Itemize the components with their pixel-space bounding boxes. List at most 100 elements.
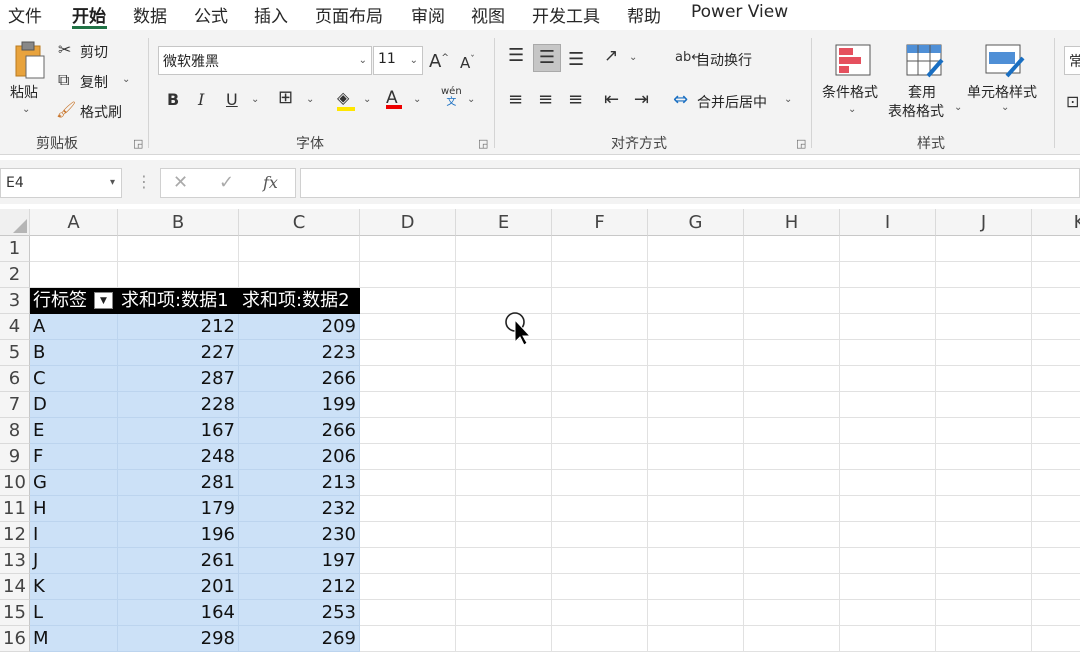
cell-k8[interactable] [1032, 418, 1080, 444]
decrease-indent-icon[interactable]: ⇤ [604, 91, 619, 109]
wrap-text-button[interactable]: 自动换行 [696, 50, 752, 70]
filter-dropdown-icon[interactable]: ▼ [94, 292, 113, 309]
cell-j9[interactable] [936, 444, 1032, 470]
cell-k15[interactable] [1032, 600, 1080, 626]
cell-i11[interactable] [840, 496, 936, 522]
cell-k14[interactable] [1032, 574, 1080, 600]
cut-button[interactable]: 剪切 [80, 42, 108, 62]
row-header-7[interactable]: 7 [0, 392, 30, 418]
cell-g16[interactable] [648, 626, 744, 652]
select-all-corner[interactable] [0, 209, 30, 236]
fill-color-icon[interactable]: ◈ [337, 90, 355, 111]
pivot-row-label[interactable]: L [30, 600, 118, 626]
cell-e14[interactable] [456, 574, 552, 600]
tab-view[interactable]: 视图 [471, 2, 505, 27]
cell-j14[interactable] [936, 574, 1032, 600]
conditional-format-button[interactable]: 条件格式 ⌄ [820, 42, 886, 122]
row-header-11[interactable]: 11 [0, 496, 30, 522]
cell-g4[interactable] [648, 314, 744, 340]
cell-k13[interactable] [1032, 548, 1080, 574]
cell-d5[interactable] [360, 340, 456, 366]
cell-j12[interactable] [936, 522, 1032, 548]
increase-indent-icon[interactable]: ⇥ [634, 91, 649, 109]
pivot-row-label[interactable]: H [30, 496, 118, 522]
pivot-value-cell[interactable]: 201 [118, 574, 239, 600]
cell-j1[interactable] [936, 236, 1032, 262]
chevron-down-icon[interactable]: ⌄ [306, 94, 314, 105]
tab-developer[interactable]: 开发工具 [532, 2, 600, 27]
col-header-k[interactable]: K [1032, 209, 1080, 236]
cell-k11[interactable] [1032, 496, 1080, 522]
cell-h12[interactable] [744, 522, 840, 548]
pivot-value-cell[interactable]: 261 [118, 548, 239, 574]
cell-i2[interactable] [840, 262, 936, 288]
align-left-icon[interactable]: ≡ [508, 91, 523, 109]
cell-a1[interactable] [30, 236, 118, 262]
cell-d15[interactable] [360, 600, 456, 626]
cell-d3[interactable] [360, 288, 456, 314]
cell-g1[interactable] [648, 236, 744, 262]
cell-k4[interactable] [1032, 314, 1080, 340]
number-format-select[interactable]: 常 [1064, 46, 1080, 75]
font-size-select[interactable]: 11 ⌄ [373, 46, 423, 75]
pivot-value-cell[interactable]: 196 [118, 522, 239, 548]
cell-k6[interactable] [1032, 366, 1080, 392]
cell-b2[interactable] [118, 262, 239, 288]
cell-d16[interactable] [360, 626, 456, 652]
cell-j6[interactable] [936, 366, 1032, 392]
pivot-row-label[interactable]: D [30, 392, 118, 418]
cell-h4[interactable] [744, 314, 840, 340]
align-right-icon[interactable]: ≡ [568, 91, 583, 109]
chevron-down-icon[interactable]: ⌄ [629, 52, 637, 63]
cell-k3[interactable] [1032, 288, 1080, 314]
align-bottom-icon[interactable]: ☰ [568, 51, 584, 69]
cell-i8[interactable] [840, 418, 936, 444]
row-header-1[interactable]: 1 [0, 236, 30, 262]
cell-d14[interactable] [360, 574, 456, 600]
cell-e1[interactable] [456, 236, 552, 262]
col-header-b[interactable]: B [118, 209, 239, 236]
cell-f9[interactable] [552, 444, 648, 470]
cell-j8[interactable] [936, 418, 1032, 444]
tab-insert[interactable]: 插入 [254, 2, 288, 27]
cell-b1[interactable] [118, 236, 239, 262]
bold-button[interactable]: B [167, 92, 179, 108]
row-header-15[interactable]: 15 [0, 600, 30, 626]
pivot-row-label[interactable]: G [30, 470, 118, 496]
tab-formulas[interactable]: 公式 [194, 2, 228, 27]
row-header-12[interactable]: 12 [0, 522, 30, 548]
cell-d7[interactable] [360, 392, 456, 418]
pivot-value-cell[interactable]: 209 [239, 314, 360, 340]
cell-h9[interactable] [744, 444, 840, 470]
row-header-4[interactable]: 4 [0, 314, 30, 340]
cell-j13[interactable] [936, 548, 1032, 574]
cell-f14[interactable] [552, 574, 648, 600]
pivot-value-cell[interactable]: 206 [239, 444, 360, 470]
decrease-font-icon[interactable]: Aˇ [460, 52, 475, 71]
cell-f6[interactable] [552, 366, 648, 392]
cell-d11[interactable] [360, 496, 456, 522]
pivot-row-label[interactable]: A [30, 314, 118, 340]
cell-d12[interactable] [360, 522, 456, 548]
cell-f8[interactable] [552, 418, 648, 444]
font-color-icon[interactable]: A [386, 90, 402, 109]
row-header-6[interactable]: 6 [0, 366, 30, 392]
pivot-value-cell[interactable]: 281 [118, 470, 239, 496]
pivot-row-label[interactable]: B [30, 340, 118, 366]
name-box[interactable]: E4 ▾ [0, 168, 122, 198]
cell-i6[interactable] [840, 366, 936, 392]
cell-styles-button[interactable]: 单元格样式 ⌄ [965, 42, 1045, 122]
cell-j11[interactable] [936, 496, 1032, 522]
chevron-down-icon[interactable]: ⌄ [122, 74, 130, 85]
row-header-16[interactable]: 16 [0, 626, 30, 652]
cell-h3[interactable] [744, 288, 840, 314]
cell-g8[interactable] [648, 418, 744, 444]
cell-k9[interactable] [1032, 444, 1080, 470]
pivot-value-cell[interactable]: 199 [239, 392, 360, 418]
col-header-g[interactable]: G [648, 209, 744, 236]
cell-h10[interactable] [744, 470, 840, 496]
cell-e12[interactable] [456, 522, 552, 548]
cell-j5[interactable] [936, 340, 1032, 366]
pivot-row-label[interactable]: M [30, 626, 118, 652]
row-header-9[interactable]: 9 [0, 444, 30, 470]
